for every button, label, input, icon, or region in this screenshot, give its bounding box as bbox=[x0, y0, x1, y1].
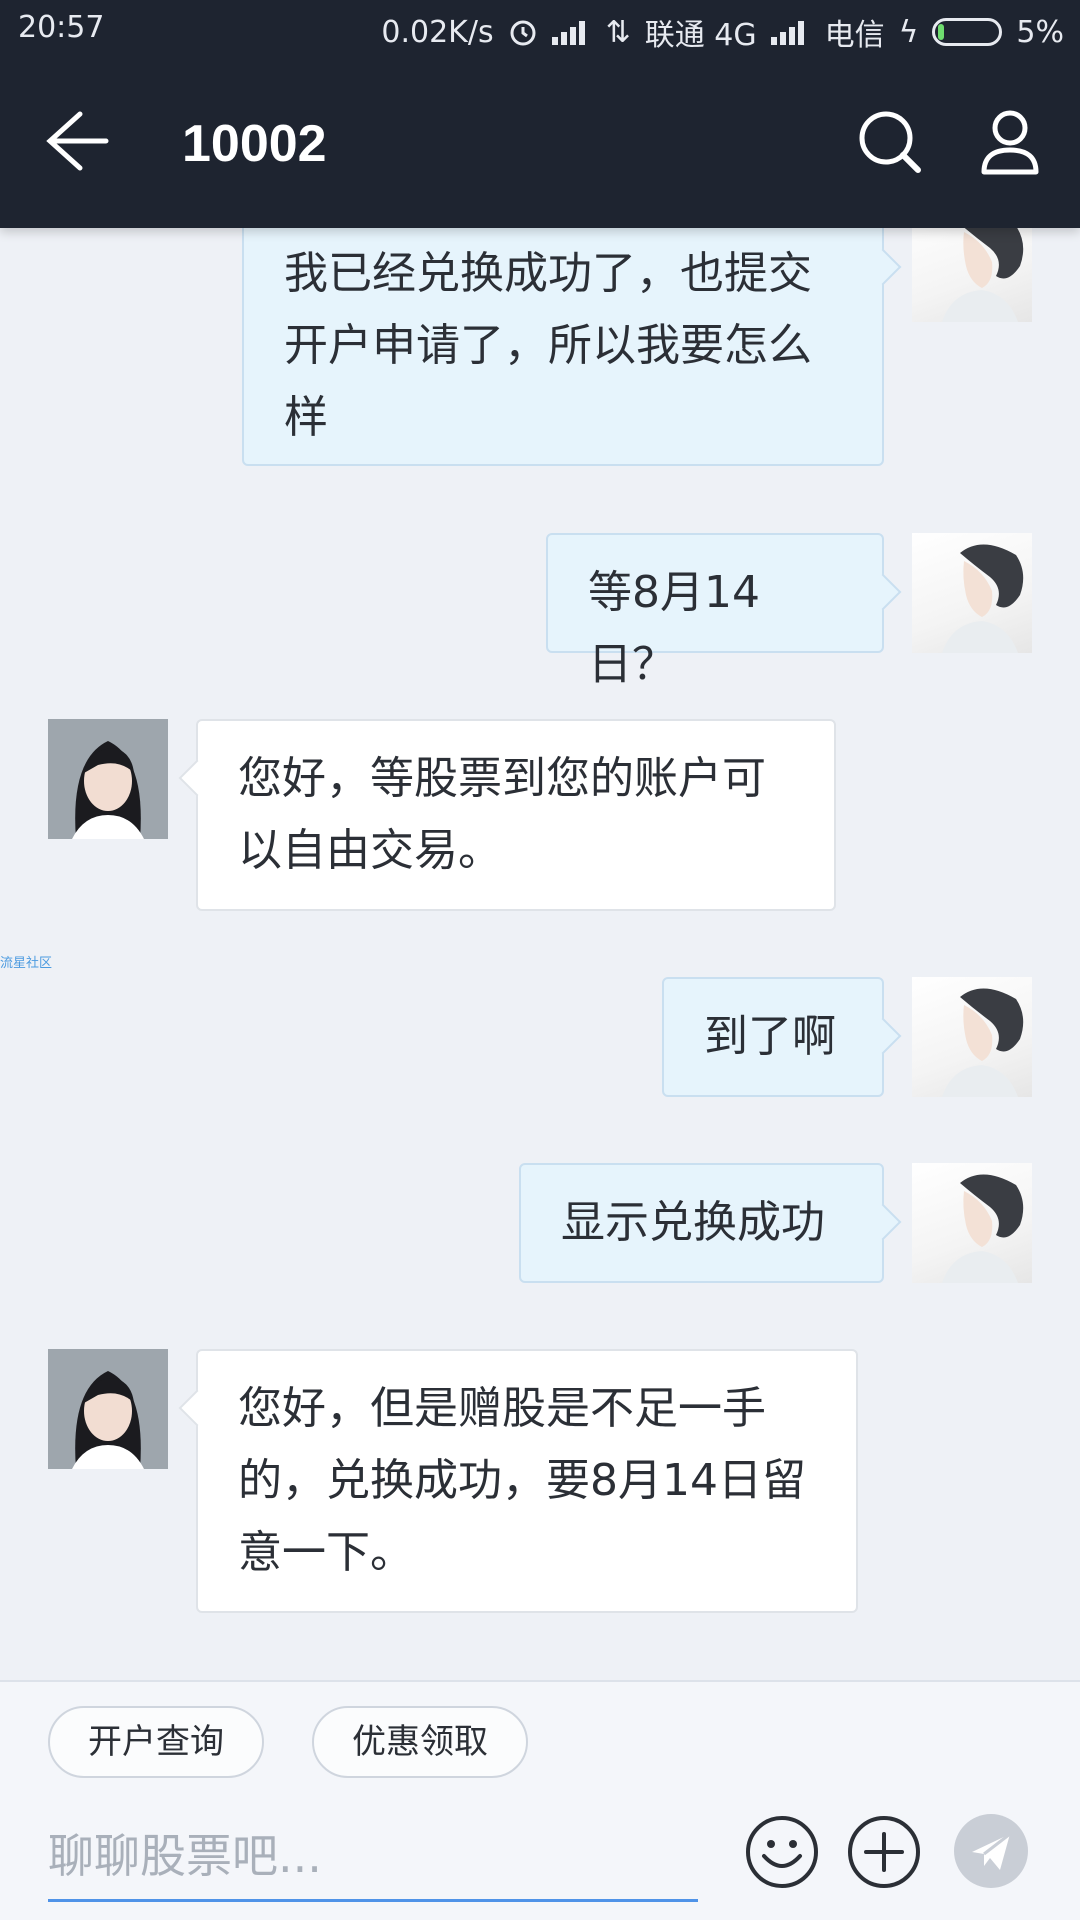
user-avatar-image bbox=[942, 988, 1024, 1097]
message-bubble[interactable]: 显示兑换成功 bbox=[519, 1163, 884, 1283]
message-text: 显示兑换成功 bbox=[561, 1197, 825, 1248]
top-bar: 20:57 0.02K/s ⇅ 联通 4G 电信 ϟ 5% 10002 bbox=[0, 0, 1080, 228]
signal-icon-2 bbox=[770, 19, 811, 45]
message-bubble[interactable]: 等8月14日？ bbox=[546, 533, 884, 690]
message-input[interactable] bbox=[48, 1812, 698, 1902]
message-bubble[interactable]: 我已经兑换成功了，也提交开户申请了，所以我要怎么样 bbox=[242, 228, 884, 466]
charging-icon: ϟ bbox=[898, 14, 919, 50]
status-bar: 20:57 0.02K/s ⇅ 联通 4G 电信 ϟ 5% bbox=[0, 0, 1080, 64]
message-text: 等8月14日？ bbox=[588, 567, 760, 690]
carrier-1: 联通 4G bbox=[644, 18, 757, 53]
agent-avatar-image bbox=[48, 719, 168, 839]
composer-bar: 开户查询 优惠领取 bbox=[0, 1680, 1080, 1920]
user-avatar-image bbox=[942, 544, 1024, 653]
status-indicators: 0.02K/s ⇅ 联通 4G 电信 ϟ 5% bbox=[381, 10, 1064, 54]
chat-screen: 20:57 0.02K/s ⇅ 联通 4G 电信 ϟ 5% 10002 我已经兑… bbox=[0, 0, 1080, 1920]
agent-avatar[interactable] bbox=[48, 719, 168, 839]
message-list[interactable]: 我已经兑换成功了，也提交开户申请了，所以我要怎么样 等8月14日？ 您好，等股票… bbox=[0, 228, 1080, 1680]
network-speed: 0.02K/s bbox=[381, 14, 494, 50]
plus-icon[interactable] bbox=[846, 1814, 922, 1890]
page-title: 10002 bbox=[182, 115, 327, 173]
alarm-icon bbox=[510, 20, 536, 46]
quick-action-get-offer[interactable]: 优惠领取 bbox=[312, 1706, 528, 1778]
emoji-icon[interactable] bbox=[744, 1814, 820, 1890]
agent-avatar-image bbox=[48, 1349, 168, 1469]
user-avatar[interactable] bbox=[912, 1163, 1032, 1283]
quick-action-account-query[interactable]: 开户查询 bbox=[48, 1706, 264, 1778]
back-arrow-icon[interactable] bbox=[44, 108, 110, 174]
battery-icon bbox=[932, 18, 1003, 46]
carrier-2: 电信 bbox=[824, 18, 885, 53]
send-icon bbox=[972, 1832, 1011, 1870]
user-icon[interactable] bbox=[980, 108, 1040, 176]
header: 10002 bbox=[0, 64, 1080, 228]
message-text: 您好，但是赠股是不足一手的，兑换成功，要8月14日留意一下。 bbox=[238, 1383, 806, 1578]
message-bubble[interactable]: 您好，等股票到您的账户可以自由交易。 bbox=[196, 719, 836, 911]
message-text: 您好，等股票到您的账户可以自由交易。 bbox=[238, 753, 766, 876]
signal-icon bbox=[551, 19, 592, 45]
user-avatar-image bbox=[942, 1174, 1024, 1283]
agent-avatar[interactable] bbox=[48, 1349, 168, 1469]
send-button[interactable] bbox=[954, 1814, 1028, 1888]
data-arrows-icon: ⇅ bbox=[605, 14, 631, 50]
user-avatar[interactable] bbox=[912, 533, 1032, 653]
message-text: 我已经兑换成功了，也提交开户申请了，所以我要怎么样 bbox=[284, 248, 812, 443]
user-avatar-image bbox=[942, 228, 1024, 322]
watermark: 流星社区 bbox=[0, 956, 53, 971]
message-text: 到了啊 bbox=[704, 1011, 836, 1062]
message-bubble[interactable]: 您好，但是赠股是不足一手的，兑换成功，要8月14日留意一下。 bbox=[196, 1349, 858, 1613]
user-avatar[interactable] bbox=[912, 977, 1032, 1097]
search-icon[interactable] bbox=[856, 108, 924, 176]
battery-percent: 5% bbox=[1016, 14, 1064, 50]
message-bubble[interactable]: 到了啊 bbox=[662, 977, 884, 1097]
status-time: 20:57 bbox=[18, 10, 105, 45]
user-avatar[interactable] bbox=[912, 228, 1032, 322]
